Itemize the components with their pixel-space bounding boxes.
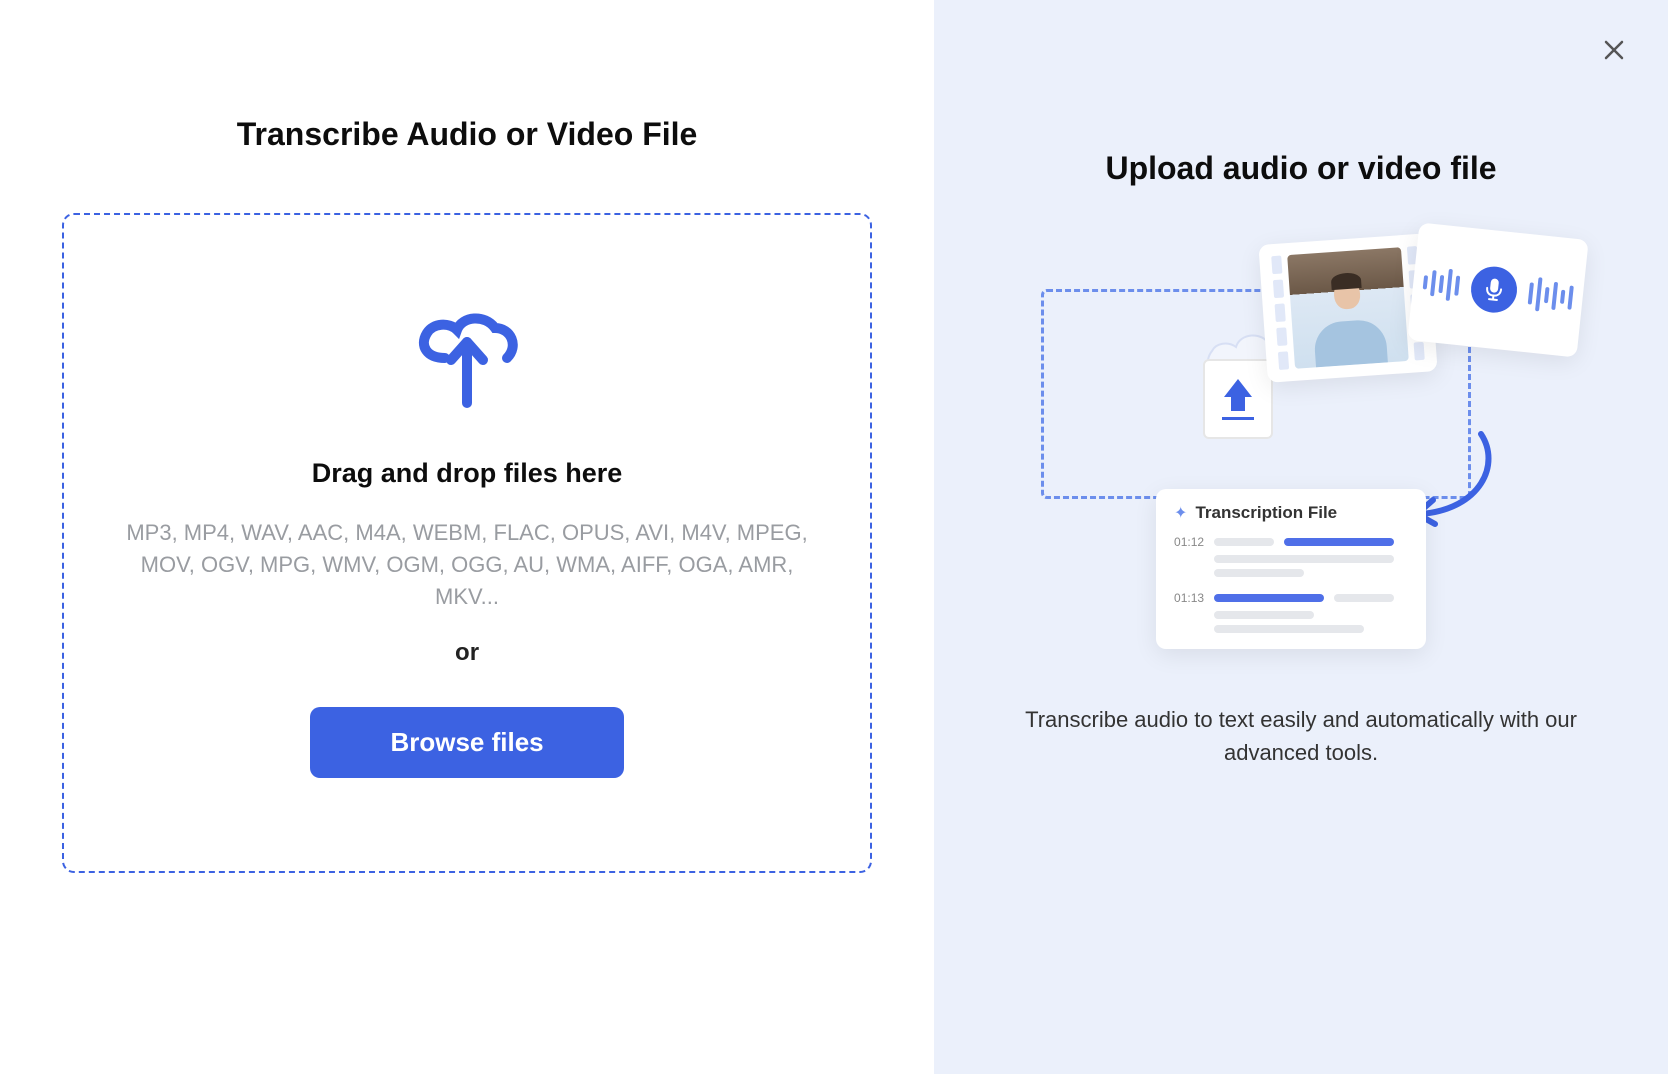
transcription-card: ✦ Transcription File 01:12 01:13 xyxy=(1156,489,1426,649)
info-description: Transcribe audio to text easily and auto… xyxy=(1021,703,1581,769)
upload-file-icon xyxy=(1203,359,1273,439)
file-dropzone[interactable]: Drag and drop files here MP3, MP4, WAV, … xyxy=(62,213,872,873)
supported-formats: MP3, MP4, WAV, AAC, M4A, WEBM, FLAC, OPU… xyxy=(114,517,820,613)
close-icon xyxy=(1603,39,1625,61)
close-button[interactable] xyxy=(1600,36,1628,64)
timestamp: 01:13 xyxy=(1174,591,1204,605)
browse-files-button[interactable]: Browse files xyxy=(310,707,623,778)
transcription-card-title: Transcription File xyxy=(1195,503,1337,523)
timestamp: 01:12 xyxy=(1174,535,1204,549)
microphone-icon xyxy=(1469,264,1520,315)
upload-panel: Transcribe Audio or Video File Drag and … xyxy=(0,0,934,1074)
audio-card xyxy=(1407,222,1588,357)
drop-heading: Drag and drop files here xyxy=(312,458,623,489)
page-title: Transcribe Audio or Video File xyxy=(62,116,872,153)
info-panel: Upload audio or video file xyxy=(934,0,1668,1074)
video-person-image xyxy=(1287,247,1409,369)
info-title: Upload audio or video file xyxy=(1105,150,1496,187)
upload-illustration: ✦ Transcription File 01:12 01:13 xyxy=(1041,229,1561,659)
cloud-upload-icon xyxy=(407,308,527,418)
or-separator: or xyxy=(455,639,479,667)
sparkle-icon: ✦ xyxy=(1174,503,1187,523)
